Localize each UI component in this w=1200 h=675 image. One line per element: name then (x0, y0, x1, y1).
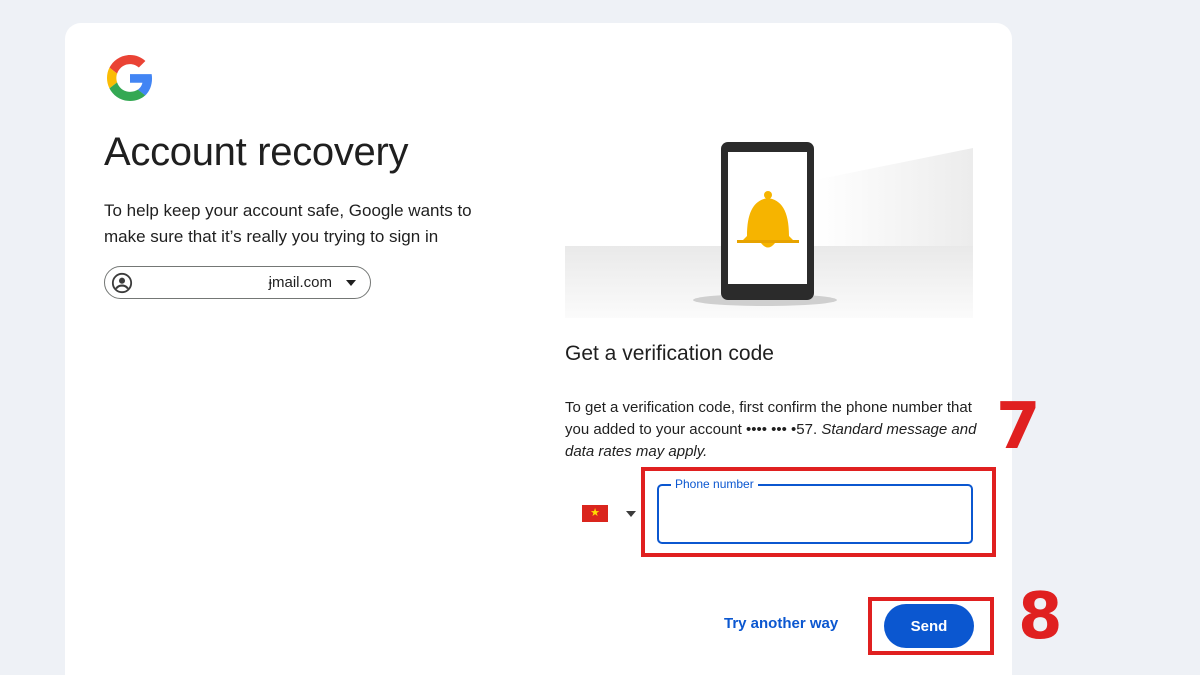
account-recovery-card (65, 23, 1012, 675)
account-circle-icon (111, 272, 133, 294)
caret-down-icon (626, 511, 636, 517)
step-7-highlight-box (641, 467, 996, 557)
verification-description: To get a verification code, first confir… (565, 397, 985, 463)
try-another-way-link[interactable]: Try another way (724, 615, 838, 632)
step-7-marker: 7 (996, 390, 1041, 464)
verification-title: Get a verification code (565, 342, 774, 365)
step-8-highlight-box (868, 597, 994, 655)
step-8-marker: 8 (1018, 580, 1063, 654)
account-chip[interactable]: ɉmail.com (104, 266, 371, 299)
redacted-email-mask (141, 274, 271, 292)
page-subtitle: To help keep your account safe, Google w… (104, 201, 472, 246)
vietnam-flag-icon: ★ (582, 505, 608, 522)
account-email: ɉmail.com (268, 274, 332, 291)
phone-notification-illustration (565, 142, 973, 318)
google-g-logo (107, 55, 153, 101)
chevron-down-icon (346, 280, 356, 286)
page-title: Account recovery (104, 130, 409, 174)
country-code-selector[interactable]: ★ (578, 500, 640, 528)
